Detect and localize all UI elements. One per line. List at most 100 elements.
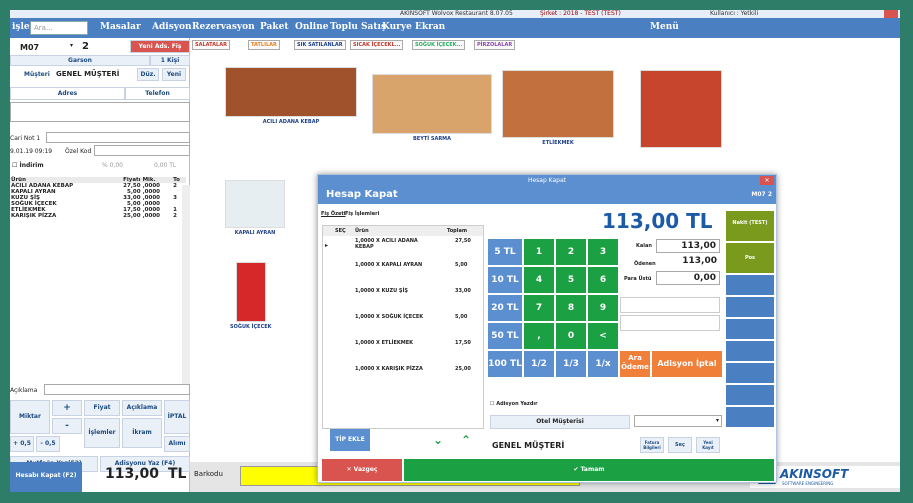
cancel-bill-button[interactable]: Adisyon İptal: [652, 351, 722, 377]
category-soguk-icecek[interactable]: SOĞUK İÇECEK...: [412, 40, 466, 50]
qty-plus-button[interactable]: +: [52, 400, 82, 416]
tab-fis-islemleri[interactable]: Fiş İşlemleri: [345, 211, 379, 217]
key-half[interactable]: 1/2: [524, 351, 554, 377]
description-field[interactable]: [44, 384, 190, 395]
nav-kurye-ekran[interactable]: Kurye Ekran: [382, 22, 445, 32]
category-sik-satilanlar[interactable]: SIK SATILANLAR: [294, 40, 346, 50]
category-tatlilar[interactable]: TATLILAR: [248, 40, 280, 50]
payment-type-slot[interactable]: [726, 297, 774, 317]
dialog-row-item[interactable]: 1,0000 X KAPALI AYRAN: [355, 262, 422, 268]
dialog-row-item[interactable]: 1,0000 X KUZU ŞİŞ: [355, 288, 408, 294]
dialog-row-item[interactable]: 1,0000 X ACILI ADANA KEBAP: [355, 238, 437, 250]
payment-pos-button[interactable]: Pos: [726, 243, 774, 273]
paid-value[interactable]: 113,00: [656, 255, 720, 269]
category-pirzolalar[interactable]: PİRZOLALAR: [474, 40, 516, 50]
new-customer-button[interactable]: Yeni: [162, 68, 186, 81]
close-bill-button[interactable]: Hesabı Kapat (F2): [10, 462, 82, 492]
payment-type-slot[interactable]: [726, 341, 774, 361]
address-field[interactable]: [10, 102, 190, 122]
dismiss-button[interactable]: ✕ Vazgeç: [322, 459, 402, 481]
quick-50tl-button[interactable]: 50 TL: [488, 323, 522, 349]
product-tile[interactable]: ETLİEKMEK: [502, 70, 614, 146]
nav-online[interactable]: Online: [295, 22, 329, 32]
confirm-button[interactable]: ✔ Tamam: [404, 459, 774, 481]
chevron-down-icon[interactable]: ⌄: [428, 433, 448, 447]
special-code-field[interactable]: [94, 145, 190, 156]
dialog-row-item[interactable]: 1,0000 X KARIŞIK PİZZA: [355, 366, 423, 372]
new-record-button[interactable]: Yeni Kayıt: [696, 437, 720, 453]
category-sicak-icecek[interactable]: SICAK İÇECEKL...: [350, 40, 404, 50]
payment-type-slot[interactable]: [726, 363, 774, 383]
edit-customer-button[interactable]: Düz.: [137, 68, 159, 81]
price-button[interactable]: Fiyat: [84, 400, 120, 416]
qty-minus-button[interactable]: -: [52, 418, 82, 434]
product-tile[interactable]: BEYTİ SARMA: [372, 74, 492, 142]
payment-type-slot[interactable]: [726, 407, 774, 427]
key-1[interactable]: 1: [524, 239, 554, 265]
address-tab[interactable]: Adres: [10, 87, 125, 100]
close-window-button[interactable]: [884, 10, 898, 18]
key-8[interactable]: 8: [556, 295, 586, 321]
key-third[interactable]: 1/3: [556, 351, 586, 377]
quantity-button[interactable]: Miktar: [10, 400, 50, 434]
category-salatalar[interactable]: SALATALAR: [192, 40, 230, 50]
note-field[interactable]: [46, 132, 190, 143]
product-tile[interactable]: [640, 70, 722, 148]
select-customer-button[interactable]: Seç: [668, 437, 692, 453]
dialog-close-button[interactable]: ✕: [760, 176, 774, 185]
nav-paket[interactable]: Paket: [260, 22, 288, 32]
quick-10tl-button[interactable]: 10 TL: [488, 267, 522, 293]
key-3[interactable]: 3: [588, 239, 618, 265]
operations-button[interactable]: İşlemler: [84, 418, 120, 448]
tab-fis-ozeti[interactable]: Fiş Özeti: [321, 211, 346, 217]
invoice-info-button[interactable]: Fatura Bilgileri: [640, 437, 664, 453]
chevron-up-icon[interactable]: ⌃: [456, 433, 476, 447]
phone-tab[interactable]: Telefon: [125, 87, 190, 100]
payment-type-slot[interactable]: [726, 275, 774, 295]
items-scrollbar[interactable]: [182, 185, 190, 385]
search-input[interactable]: Ara...: [30, 21, 88, 35]
quick-20tl-button[interactable]: 20 TL: [488, 295, 522, 321]
hotel-customer-button[interactable]: Otel Müşterisi: [490, 415, 630, 429]
key-7[interactable]: 7: [524, 295, 554, 321]
table-row[interactable]: KARIŞIK PİZZA 25,00,0000 2: [10, 213, 186, 219]
dialog-row-item[interactable]: 1,0000 X SOĞUK İÇECEK: [355, 314, 423, 320]
key-fraction[interactable]: 1/x: [588, 351, 618, 377]
add-tip-button[interactable]: TİP EKLE: [330, 429, 370, 451]
treat-button[interactable]: İkram: [122, 418, 162, 448]
key-comma[interactable]: ,: [524, 323, 554, 349]
nav-masalar[interactable]: Masalar: [100, 22, 141, 32]
nav-toplu-satis[interactable]: Toplu Satış: [330, 22, 386, 32]
dialog-row-item[interactable]: 1,0000 X ETLİEKMEK: [355, 340, 413, 346]
product-tile[interactable]: KAPALI AYRAN: [225, 180, 285, 236]
cancel-item-button[interactable]: İPTAL: [164, 400, 190, 434]
key-6[interactable]: 6: [588, 267, 618, 293]
plus-half-button[interactable]: + 0,5: [10, 436, 34, 452]
key-backspace[interactable]: <: [588, 323, 618, 349]
nav-adisyon[interactable]: Adisyon: [152, 22, 192, 32]
remaining-value[interactable]: 113,00: [656, 239, 720, 253]
table-dropdown[interactable]: ▾: [68, 41, 76, 52]
key-0[interactable]: 0: [556, 323, 586, 349]
quick-5tl-button[interactable]: 5 TL: [488, 239, 522, 265]
quick-100tl-button[interactable]: 100 TL: [488, 351, 522, 377]
payment-type-slot[interactable]: [726, 385, 774, 405]
minus-half-button[interactable]: - 0,5: [36, 436, 60, 452]
payment-type-slot[interactable]: [726, 319, 774, 339]
account-button[interactable]: Alımı: [164, 436, 190, 452]
product-tile[interactable]: ACILI ADANA KEBAP: [225, 67, 357, 125]
payment-cash-button[interactable]: Nakit (TEST): [726, 211, 774, 241]
key-5[interactable]: 5: [556, 267, 586, 293]
key-9[interactable]: 9: [588, 295, 618, 321]
key-4[interactable]: 4: [524, 267, 554, 293]
discount-checkbox[interactable]: ☐ İndirim: [12, 162, 44, 169]
subtotal-payment-button[interactable]: Ara Ödeme: [620, 351, 650, 377]
new-order-button[interactable]: Yeni Ads. Fiş: [130, 40, 190, 53]
description-button[interactable]: Açıklama: [122, 400, 162, 416]
hotel-select[interactable]: ▾: [634, 415, 722, 427]
nav-rezervasyon[interactable]: Rezervasyon: [192, 22, 255, 32]
product-tile[interactable]: SOĞUK İÇECEK: [230, 262, 272, 330]
persons-button[interactable]: 1 Kişi: [150, 55, 190, 66]
print-bill-checkbox[interactable]: ☐ Adisyon Yazdır: [490, 401, 538, 407]
key-2[interactable]: 2: [556, 239, 586, 265]
